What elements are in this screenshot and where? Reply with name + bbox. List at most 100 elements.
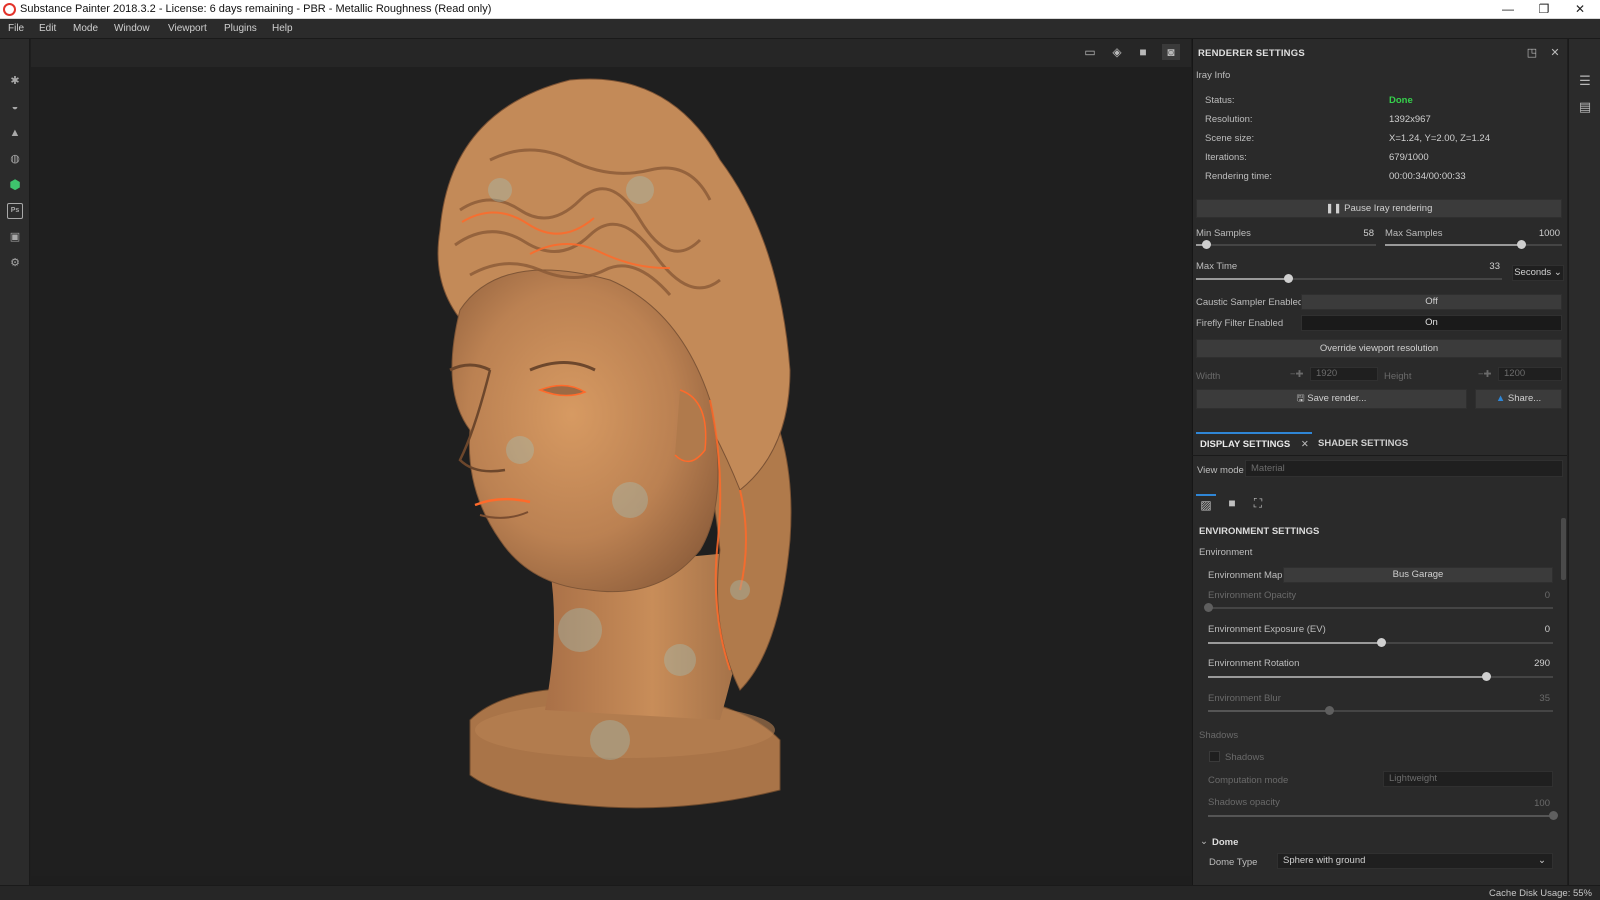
screenshot-camera-icon[interactable]: ◙: [1162, 44, 1180, 60]
environment-blur-slider[interactable]: [1208, 706, 1553, 716]
environment-exposure-value[interactable]: 0: [1510, 624, 1550, 635]
maximize-button[interactable]: ❐: [1526, 0, 1562, 19]
environment-rotation-slider[interactable]: [1208, 672, 1553, 682]
viewport-3d-cube-icon[interactable]: ◈: [1108, 44, 1126, 60]
viewport-frame-icon[interactable]: ⛶: [1248, 494, 1268, 512]
slider-knob[interactable]: [1481, 672, 1491, 681]
tab-display-settings[interactable]: DISPLAY SETTINGS ✕: [1196, 432, 1312, 456]
max-time-unit-select[interactable]: Seconds ⌄: [1512, 265, 1564, 281]
max-time-slider[interactable]: [1196, 274, 1502, 284]
dome-collapse-chevron-icon[interactable]: ⌄: [1200, 836, 1208, 847]
share-button[interactable]: ▲ Share...: [1475, 389, 1562, 409]
layers-icon[interactable]: ☰: [1577, 73, 1593, 89]
environment-rotation-value[interactable]: 290: [1510, 658, 1550, 669]
environment-opacity-value[interactable]: 0: [1510, 590, 1550, 601]
chevron-down-icon: ⌄: [1538, 855, 1546, 866]
menu-edit[interactable]: Edit: [39, 23, 56, 34]
environment-image-icon[interactable]: ▨: [1196, 494, 1216, 512]
properties-icon[interactable]: ▤: [1577, 99, 1593, 115]
override-viewport-resolution-button[interactable]: Override viewport resolution: [1196, 339, 1562, 358]
view-mode-label: View mode: [1197, 465, 1244, 476]
min-samples-slider[interactable]: [1196, 240, 1376, 250]
environment-opacity-slider[interactable]: [1204, 603, 1553, 613]
status-bar: Cache Disk Usage: 55%: [0, 885, 1600, 900]
caustic-label: Caustic Sampler Enabled: [1196, 297, 1304, 308]
width-input[interactable]: 1920: [1310, 367, 1378, 381]
slider-knob[interactable]: [1376, 638, 1386, 647]
slider-fill: [1385, 244, 1522, 246]
save-render-button[interactable]: 🖫 Save render...: [1196, 389, 1467, 409]
float-panel-icon[interactable]: ◳: [1525, 46, 1539, 60]
resolution-label: Resolution:: [1205, 114, 1253, 125]
close-window-button[interactable]: ✕: [1562, 0, 1598, 19]
panel-scrollbar[interactable]: [1561, 518, 1566, 580]
min-samples-label: Min Samples: [1196, 228, 1251, 239]
slider-knob[interactable]: [1283, 274, 1293, 283]
iterations-label: Iterations:: [1205, 152, 1247, 163]
fill-icon[interactable]: ▲: [7, 125, 23, 141]
width-stepper-icons[interactable]: −✚: [1290, 369, 1304, 380]
slider-knob[interactable]: [1204, 603, 1213, 612]
smudge-icon[interactable]: ◒: [7, 99, 23, 115]
shadows-checkbox[interactable]: [1209, 751, 1220, 762]
slider-fill: [1208, 815, 1553, 817]
substance-icon[interactable]: ⬢: [7, 177, 23, 193]
environment-map-select[interactable]: Bus Garage: [1283, 567, 1553, 583]
chevron-down-icon: ⌄: [1553, 267, 1562, 278]
clone-icon[interactable]: ◍: [7, 151, 23, 167]
shadows-checkbox-label: Shadows: [1225, 752, 1265, 763]
settings-icon[interactable]: ⚙: [7, 255, 23, 271]
height-stepper-icons[interactable]: −✚: [1478, 369, 1492, 380]
height-input[interactable]: 1200: [1498, 367, 1562, 381]
max-samples-slider[interactable]: [1385, 240, 1562, 250]
view-mode-select[interactable]: Material: [1245, 460, 1563, 477]
slider-knob[interactable]: [1517, 240, 1527, 249]
max-time-unit-value: Seconds: [1514, 267, 1552, 278]
tab-display-label: DISPLAY SETTINGS: [1200, 439, 1291, 450]
max-samples-value[interactable]: 1000: [1520, 228, 1560, 239]
viewport-toolbar: [31, 39, 1191, 67]
bust-model: [437, 78, 792, 809]
max-time-value[interactable]: 33: [1470, 261, 1500, 272]
menu-file[interactable]: File: [8, 23, 24, 34]
environment-exposure-slider[interactable]: [1208, 638, 1553, 648]
rendering-time-value: 00:00:34/00:00:33: [1389, 171, 1466, 182]
slider-fill: [1208, 710, 1329, 712]
share-icon: ▲: [1495, 393, 1508, 404]
slider-knob[interactable]: [1202, 240, 1212, 249]
firefly-toggle[interactable]: On: [1301, 315, 1562, 331]
environment-rotation-label: Environment Rotation: [1208, 658, 1300, 669]
left-toolbar: ✱ ◒ ▲ ◍ ⬢ Ps ▣ ⚙: [0, 39, 30, 885]
menu-plugins[interactable]: Plugins: [224, 23, 257, 34]
renderer-settings-title: RENDERER SETTINGS: [1198, 48, 1305, 59]
viewport-2d-icon[interactable]: ▭: [1081, 44, 1099, 60]
export-icon[interactable]: ▣: [7, 229, 23, 245]
menu-viewport[interactable]: Viewport: [168, 23, 207, 34]
slider-knob[interactable]: [1549, 811, 1558, 820]
menu-help[interactable]: Help: [272, 23, 293, 34]
minimize-button[interactable]: —: [1490, 0, 1526, 19]
paint-brush-icon[interactable]: ✱: [7, 73, 23, 89]
camera-settings-icon[interactable]: ■: [1222, 494, 1242, 512]
shadows-opacity-value[interactable]: 100: [1510, 798, 1550, 809]
menu-mode[interactable]: Mode: [73, 23, 98, 34]
shadows-opacity-slider[interactable]: [1208, 811, 1558, 821]
close-tab-icon[interactable]: ✕: [1301, 439, 1309, 450]
pause-iray-label: Pause Iray rendering: [1344, 203, 1433, 214]
menu-window[interactable]: Window: [114, 23, 150, 34]
close-panel-icon[interactable]: ✕: [1548, 46, 1562, 60]
slider-fill: [1196, 278, 1288, 280]
caustic-toggle[interactable]: Off: [1301, 294, 1562, 310]
photoshop-icon[interactable]: Ps: [7, 203, 23, 219]
environment-blur-label: Environment Blur: [1208, 693, 1281, 704]
environment-blur-value[interactable]: 35: [1510, 693, 1550, 704]
pause-iray-button[interactable]: ❚❚ Pause Iray rendering: [1196, 199, 1562, 218]
computation-mode-select[interactable]: Lightweight: [1383, 771, 1553, 787]
environment-exposure-label: Environment Exposure (EV): [1208, 624, 1326, 635]
dome-section-title[interactable]: Dome: [1212, 837, 1238, 848]
slider-knob[interactable]: [1324, 706, 1334, 715]
camera-icon[interactable]: ■: [1134, 44, 1152, 60]
min-samples-value[interactable]: 58: [1340, 228, 1374, 239]
tab-shader-settings[interactable]: SHADER SETTINGS: [1318, 432, 1408, 456]
dome-type-select[interactable]: Sphere with ground ⌄: [1277, 853, 1553, 869]
